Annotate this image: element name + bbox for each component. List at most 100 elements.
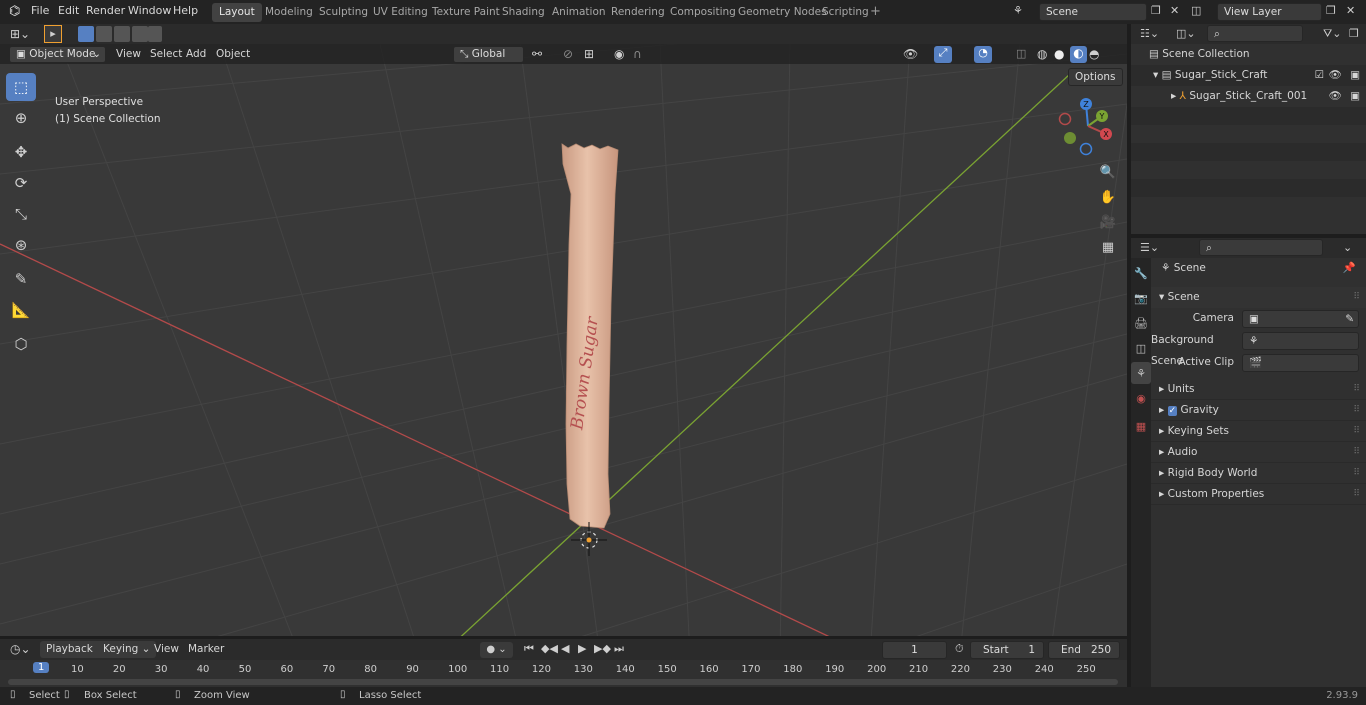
scene-tab-icon[interactable]: ⚘ [1131, 362, 1151, 384]
scene-field[interactable]: Scene [1039, 3, 1147, 21]
frame-ruler[interactable]: 1 10 20 30 40 50 60 70 80 90 100 110 120 130 140 150 160… [0, 660, 1127, 680]
panel-audio[interactable]: ▸ Audio ⠿ [1151, 442, 1366, 463]
chevron-down-icon[interactable]: ⌄ [1343, 241, 1352, 254]
play-icon[interactable]: ▶ [578, 642, 586, 655]
tool-tab-icon[interactable]: 🔧 [1131, 262, 1151, 284]
material-preview-icon[interactable]: ◐ [1070, 46, 1087, 63]
camera-icon[interactable]: ▣ [1350, 86, 1360, 107]
active-clip-field[interactable]: 🎬 [1242, 354, 1359, 372]
options-dropdown[interactable]: Options [1068, 68, 1123, 86]
eye-icon[interactable]: 👁 [1329, 86, 1342, 107]
jump-end-icon[interactable]: ⏭ [614, 642, 624, 656]
start-frame-field[interactable]: Start 1 [970, 641, 1044, 659]
editor-type-icon[interactable]: ⊞⌄ [10, 27, 30, 41]
panel-rigid-body-world[interactable]: ▸ Rigid Body World ⠿ [1151, 463, 1366, 484]
measure-tool-icon[interactable]: 📐 [6, 296, 36, 324]
outliner-scene-collection[interactable]: ▤ Scene Collection [1131, 44, 1366, 65]
tab-rendering[interactable]: Rendering [604, 3, 672, 22]
eyedropper-icon[interactable]: ✎ [1345, 311, 1354, 327]
eye-icon[interactable]: 👁 [1329, 65, 1342, 86]
select-mode-new-icon[interactable] [78, 26, 94, 42]
properties-search-input[interactable]: ⌕ [1199, 239, 1323, 256]
transform-tool-icon[interactable]: ⊛ [6, 231, 36, 259]
current-frame-field[interactable]: 1 [882, 641, 947, 659]
render-tab-icon[interactable]: 📷 [1131, 287, 1151, 309]
cursor-tool-icon[interactable]: ⊕ [6, 104, 36, 132]
timeline-menu-marker[interactable]: Marker [182, 641, 230, 658]
mode-selector[interactable]: ▣ Object Mode ⌄ [9, 46, 106, 63]
scale-tool-icon[interactable]: ⤡ [6, 200, 36, 228]
timeline-editor-type-icon[interactable]: ◷⌄ [10, 642, 31, 656]
timeline-scrollbar[interactable] [8, 679, 1118, 685]
checkbox-icon[interactable]: ☑ [1315, 65, 1324, 86]
menu-window[interactable]: Window [128, 4, 171, 17]
rendered-shading-icon[interactable]: ◓ [1089, 47, 1099, 61]
add-workspace-icon[interactable]: + [870, 4, 881, 19]
end-frame-field[interactable]: End 250 [1048, 641, 1120, 659]
select-mode-invert-icon[interactable] [132, 26, 148, 42]
view-layer-tab-icon[interactable]: ◫ [1131, 337, 1151, 359]
expand-arrow-icon[interactable]: ▾ [1159, 291, 1164, 303]
tab-layout[interactable]: Layout [212, 3, 262, 22]
perspective-grid-icon[interactable]: ▦ [1097, 236, 1119, 258]
outliner-search-input[interactable]: ⌕ [1207, 25, 1303, 42]
filter-icon[interactable]: ⛛⌄ [1323, 27, 1341, 41]
menu-render[interactable]: Render [86, 4, 125, 17]
scene-icon[interactable]: ⚘ [1013, 4, 1023, 17]
add-cube-tool-icon[interactable]: ⬡ [6, 330, 36, 358]
outliner-collection-row[interactable]: ▾ ▤ Sugar_Stick_Craft ☑ 👁 ▣ [1131, 65, 1366, 86]
rotate-tool-icon[interactable]: ⟳ [6, 169, 36, 197]
proportional-edit-icon[interactable]: ◉ [614, 47, 624, 61]
view-layer-field[interactable]: View Layer [1217, 3, 1322, 21]
close-scene-icon[interactable]: ✕ [1170, 4, 1179, 17]
viewport-menu-add[interactable]: Add [180, 46, 212, 63]
3d-viewport[interactable]: Brown Sugar ▣ Object Mode ⌄ View Select … [0, 44, 1127, 636]
pin-icon[interactable]: 📌 [1343, 258, 1356, 279]
tab-modeling[interactable]: Modeling [258, 3, 320, 22]
wireframe-shading-icon[interactable]: ◍ [1037, 47, 1047, 61]
panel-keying-sets[interactable]: ▸ Keying Sets ⠿ [1151, 421, 1366, 442]
visibility-icon[interactable]: 👁 [903, 47, 918, 61]
new-view-layer-icon[interactable]: ❐ [1326, 4, 1336, 17]
camera-icon[interactable]: ▣ [1350, 65, 1360, 86]
snap-target-icon[interactable]: ⊞ [584, 47, 594, 61]
viewport-menu-object[interactable]: Object [210, 46, 256, 63]
outliner-object-row[interactable]: ▸ ⅄ Sugar_Stick_Craft_001 👁 ▣ [1131, 86, 1366, 107]
menu-file[interactable]: File [31, 4, 49, 17]
outliner-editor-type-icon[interactable]: ☷⌄ [1140, 27, 1159, 40]
pan-hand-icon[interactable]: ✋ [1097, 186, 1119, 208]
display-mode-icon[interactable]: ◫⌄ [1176, 27, 1196, 40]
tab-scripting[interactable]: Scripting [815, 3, 876, 22]
gravity-checkbox[interactable]: ✓ [1167, 406, 1178, 416]
record-icon[interactable]: ● ⌄ [480, 642, 513, 658]
stopwatch-icon[interactable]: ⏱ [955, 642, 964, 656]
new-collection-icon[interactable]: ❐ [1349, 27, 1359, 40]
snap-icon[interactable]: ⊘ [563, 47, 573, 61]
current-frame-marker[interactable]: 1 [33, 662, 50, 673]
move-tool-icon[interactable]: ✥ [6, 138, 36, 166]
camera-field[interactable]: ▣ ✎ [1242, 310, 1359, 328]
select-box-tool-icon[interactable]: ⬚ [6, 73, 36, 101]
play-reverse-icon[interactable]: ◀ [561, 642, 569, 655]
close-view-layer-icon[interactable]: ✕ [1346, 4, 1355, 17]
transform-orientation-dropdown[interactable]: ⤡ Global [453, 46, 524, 63]
menu-edit[interactable]: Edit [58, 4, 79, 17]
viewport-menu-view[interactable]: View [110, 46, 147, 63]
expand-arrow-icon[interactable]: ▸ [1171, 90, 1176, 102]
panel-gravity[interactable]: ▸ ✓ Gravity ⠿ [1151, 400, 1366, 421]
scene-panel-header[interactable]: ▾ Scene ⠿ [1151, 287, 1366, 308]
overlays-toggle-icon[interactable]: ◔ [974, 46, 992, 63]
select-mode-intersect-icon[interactable] [148, 26, 162, 42]
new-scene-icon[interactable]: ❐ [1151, 4, 1161, 17]
select-mode-extend-icon[interactable] [96, 26, 112, 42]
select-mode-subtract-icon[interactable] [114, 26, 130, 42]
zoom-icon[interactable]: 🔍 [1097, 161, 1119, 183]
prev-keyframe-icon[interactable]: ◆◀ [541, 642, 558, 655]
world-tab-icon[interactable]: ◉ [1131, 387, 1151, 409]
view-layer-icon[interactable]: ◫ [1191, 4, 1201, 17]
navigation-gizmo[interactable]: Z Y X [1058, 96, 1118, 156]
jump-start-icon[interactable]: ⏮ [524, 642, 534, 656]
tab-animation[interactable]: Animation [545, 3, 613, 22]
falloff-icon[interactable]: ∩ [633, 47, 642, 61]
next-keyframe-icon[interactable]: ▶◆ [594, 642, 611, 655]
